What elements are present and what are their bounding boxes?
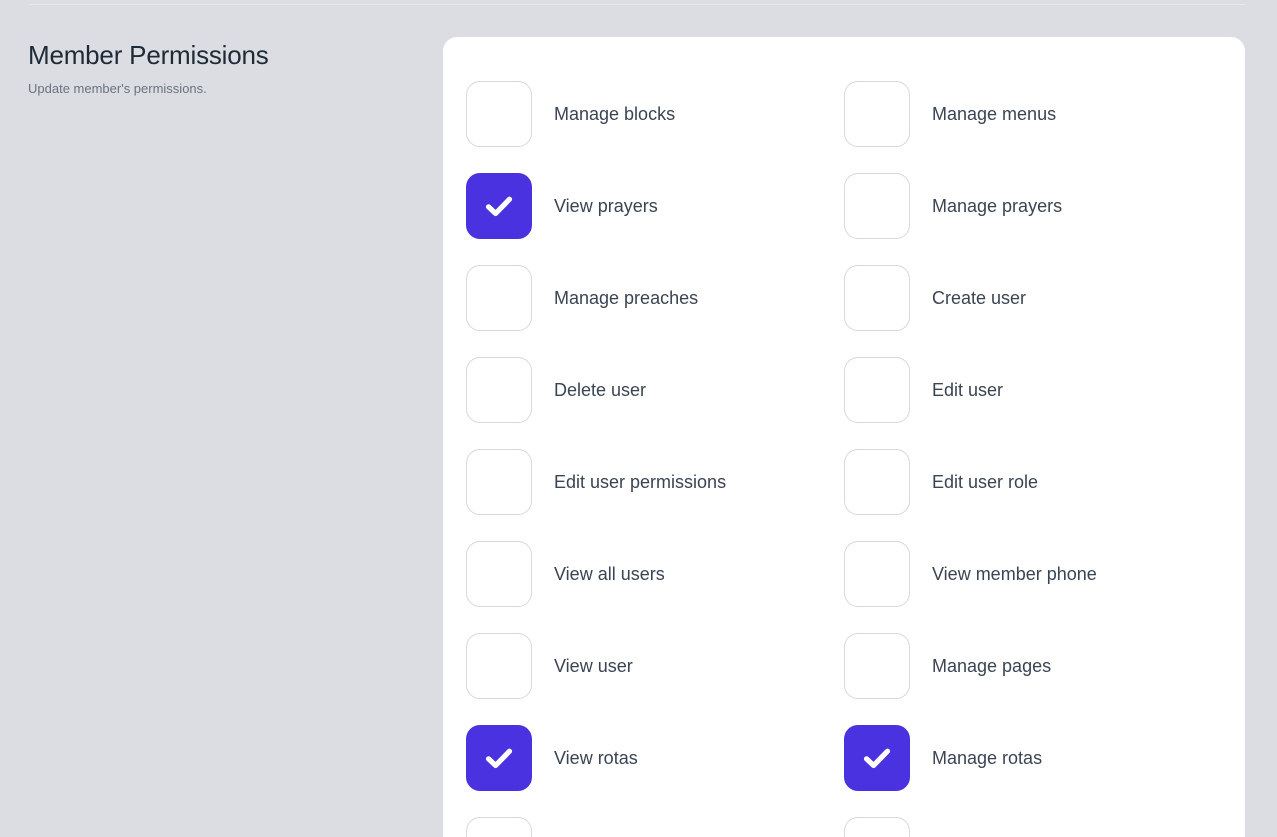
permission-label: View prayers — [554, 196, 658, 216]
permission-row[interactable]: Manage preaches — [466, 265, 844, 331]
permission-checkbox[interactable] — [466, 633, 532, 699]
permission-label: Create user — [932, 288, 1027, 308]
permission-row[interactable]: View user — [466, 633, 844, 699]
permission-checkbox[interactable] — [844, 449, 910, 515]
permission-label: View all users — [554, 564, 665, 584]
permission-checkbox[interactable] — [466, 265, 532, 331]
permission-label: Manage preaches — [554, 288, 699, 308]
permission-checkbox[interactable] — [844, 633, 910, 699]
permission-label: Manage menus — [932, 104, 1057, 124]
permission-row[interactable]: Manage pages — [844, 633, 1222, 699]
permission-row[interactable]: Manage menus — [844, 81, 1222, 147]
permission-row[interactable]: View rotas — [466, 725, 844, 791]
permission-checkbox[interactable] — [844, 817, 910, 837]
permission-row[interactable]: View prayers — [466, 173, 844, 239]
check-icon — [485, 748, 513, 769]
permission-label: View member phone — [932, 564, 1097, 584]
permission-label: Manage blocks — [554, 104, 676, 124]
permission-checkbox[interactable] — [466, 173, 532, 239]
page-subtitle: Update member's permissions. — [28, 81, 207, 96]
permission-checkbox[interactable] — [466, 725, 532, 791]
permission-row[interactable]: Manage blocks — [466, 81, 844, 147]
permission-label: Manage prayers — [932, 196, 1063, 216]
permission-row[interactable]: View all users — [466, 541, 844, 607]
permission-row[interactable]: Edit user role — [844, 449, 1222, 515]
permission-checkbox[interactable] — [844, 81, 910, 147]
permission-checkbox[interactable] — [844, 725, 910, 791]
permission-row[interactable]: View member phone — [844, 541, 1222, 607]
permission-label: Manage rotas — [932, 748, 1043, 768]
permission-label: Edit user — [932, 380, 1004, 400]
permission-row[interactable]: Edit user permissions — [466, 449, 844, 515]
permission-checkbox[interactable] — [466, 357, 532, 423]
permission-row[interactable]: Create user — [844, 265, 1222, 331]
page-title: Member Permissions — [28, 40, 269, 70]
permission-row[interactable]: Manage tithe — [466, 817, 844, 837]
permission-checkbox[interactable] — [466, 817, 532, 837]
permission-row[interactable]: Delete user — [466, 357, 844, 423]
permission-checkbox[interactable] — [466, 449, 532, 515]
permission-label: Edit user permissions — [554, 472, 727, 492]
check-icon — [485, 196, 513, 217]
permission-checkbox[interactable] — [844, 357, 910, 423]
permission-row[interactable]: Manage rotas — [844, 725, 1222, 791]
permission-label: Delete user — [554, 380, 647, 400]
permission-label: View user — [554, 656, 633, 676]
permission-checkbox[interactable] — [844, 173, 910, 239]
permission-checkbox[interactable] — [466, 541, 532, 607]
header-divider — [30, 4, 1245, 5]
permission-checkbox[interactable] — [844, 265, 910, 331]
permission-label: Manage pages — [932, 656, 1052, 676]
permissions-card: Manage blocks Manage menus View prayers Man… — [443, 37, 1245, 837]
page-intro: Member Permissions Update member's permi… — [28, 38, 418, 98]
permission-label: View rotas — [554, 748, 638, 768]
permission-row[interactable]: Manage prayers — [844, 173, 1222, 239]
permission-checkbox[interactable] — [844, 541, 910, 607]
permission-label: Edit user role — [932, 472, 1039, 492]
permission-row[interactable]: Manage form submissions — [844, 817, 1222, 837]
permission-row[interactable]: Edit user — [844, 357, 1222, 423]
permissions-grid: Manage blocks Manage menus View prayers Man… — [443, 81, 1245, 837]
check-icon — [863, 748, 891, 769]
permission-checkbox[interactable] — [466, 81, 532, 147]
